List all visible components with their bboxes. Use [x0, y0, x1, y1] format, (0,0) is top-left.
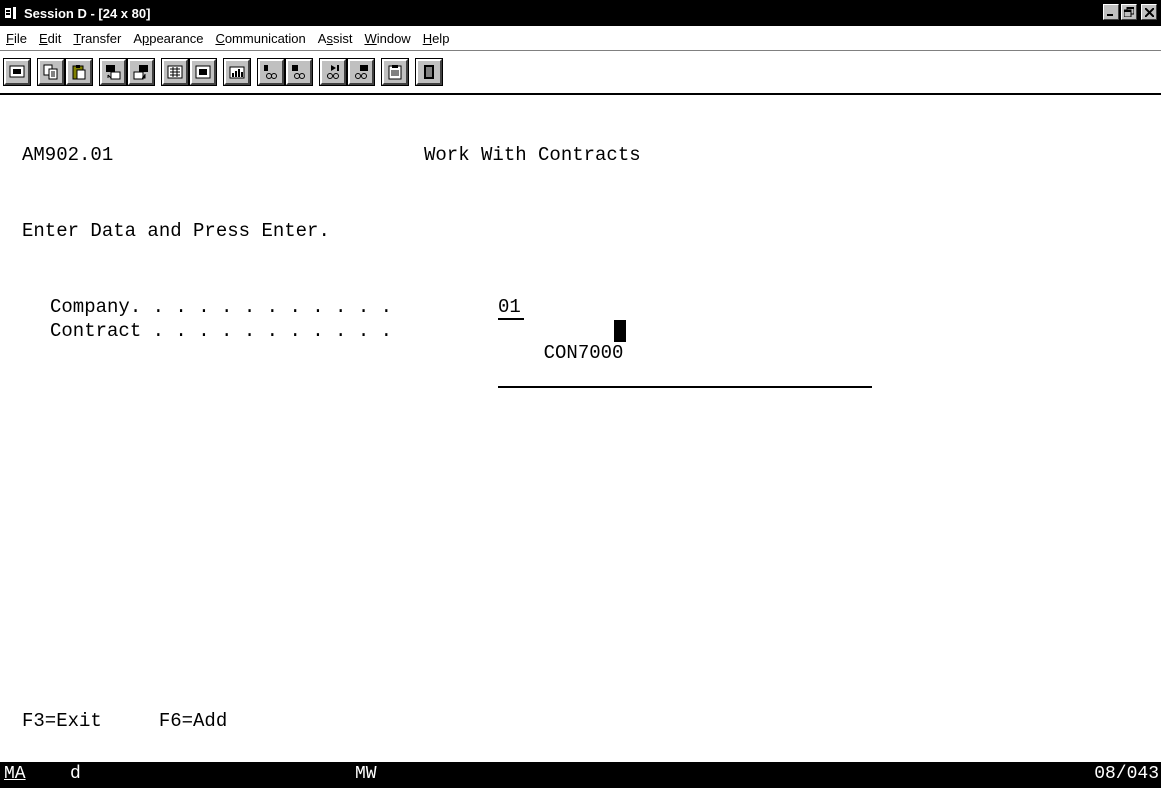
- window-controls: [1103, 4, 1157, 20]
- send-file-icon: [106, 65, 121, 80]
- paste-button[interactable]: [65, 58, 93, 86]
- print-screen-button[interactable]: [3, 58, 31, 86]
- maximize-button[interactable]: [1121, 4, 1137, 20]
- program-id: AM902.01: [22, 144, 114, 166]
- clipboard-icon: [388, 65, 402, 80]
- clipboard-button[interactable]: [381, 58, 409, 86]
- instruction-text: Enter Data and Press Enter.: [22, 220, 330, 242]
- status-mode: MA: [4, 764, 26, 784]
- toolbar: [0, 51, 1161, 95]
- menu-appearance[interactable]: Appearance: [127, 31, 209, 46]
- close-icon: [1144, 7, 1154, 17]
- function-keys: F3=Exit F6=Add: [22, 710, 228, 732]
- macro-stop-button[interactable]: [285, 58, 313, 86]
- macro-record-button[interactable]: [257, 58, 285, 86]
- contract-value: CON7000: [543, 342, 624, 364]
- status-bar: MA d MW 08/043: [0, 762, 1161, 788]
- send-file-button[interactable]: [99, 58, 127, 86]
- chart-button[interactable]: [223, 58, 251, 86]
- window-bottom-edge: [0, 788, 1161, 806]
- title-bar: Session D - [24 x 80]: [0, 0, 1161, 26]
- menu-assist[interactable]: Assist: [312, 31, 359, 46]
- paste-icon: [72, 65, 86, 80]
- status-indicator: d: [70, 764, 81, 784]
- chart-icon: [229, 66, 245, 79]
- company-field[interactable]: 01: [498, 296, 524, 320]
- macro-edit-icon: [355, 65, 368, 79]
- menu-edit[interactable]: Edit: [33, 31, 67, 46]
- contract-field[interactable]: CON7000: [498, 320, 872, 388]
- menu-window[interactable]: Window: [358, 31, 416, 46]
- macro-play-icon: [327, 65, 339, 79]
- app-icon[interactable]: [4, 6, 20, 20]
- menu-transfer[interactable]: Transfer: [67, 31, 127, 46]
- macro-stop-icon: [292, 65, 305, 79]
- macro-play-button[interactable]: [319, 58, 347, 86]
- keypad-button[interactable]: [161, 58, 189, 86]
- display-icon: [195, 65, 211, 79]
- exit-button[interactable]: [415, 58, 443, 86]
- receive-file-button[interactable]: [127, 58, 155, 86]
- macro-record-icon: [264, 65, 277, 79]
- print-screen-icon: [9, 65, 25, 78]
- copy-button[interactable]: [37, 58, 65, 86]
- receive-file-icon: [133, 65, 148, 80]
- keypad-icon: [167, 65, 183, 79]
- display-button[interactable]: [189, 58, 217, 86]
- menu-file[interactable]: File: [0, 31, 33, 46]
- screen-title: Work With Contracts: [424, 144, 641, 166]
- cursor-position: 08/043: [1094, 764, 1159, 784]
- restore-icon: [1124, 7, 1134, 17]
- contract-label: Contract . . . . . . . . . . .: [50, 320, 393, 342]
- macro-edit-button[interactable]: [347, 58, 375, 86]
- company-label: Company. . . . . . . . . . . .: [50, 296, 393, 318]
- copy-icon: [43, 64, 58, 80]
- menu-help[interactable]: Help: [417, 31, 456, 46]
- window-title: Session D - [24 x 80]: [24, 5, 151, 21]
- minimize-icon: [1107, 14, 1113, 16]
- status-session: MW: [355, 764, 377, 784]
- text-cursor: [614, 320, 626, 342]
- minimize-button[interactable]: [1103, 4, 1119, 20]
- menu-bar: File Edit Transfer Appearance Communicat…: [0, 26, 1161, 51]
- terminal-screen[interactable]: AM902.01 Work With Contracts Enter Data …: [0, 96, 1161, 762]
- close-button[interactable]: [1141, 4, 1157, 20]
- menu-communication[interactable]: Communication: [209, 31, 311, 46]
- exit-icon: [424, 65, 434, 79]
